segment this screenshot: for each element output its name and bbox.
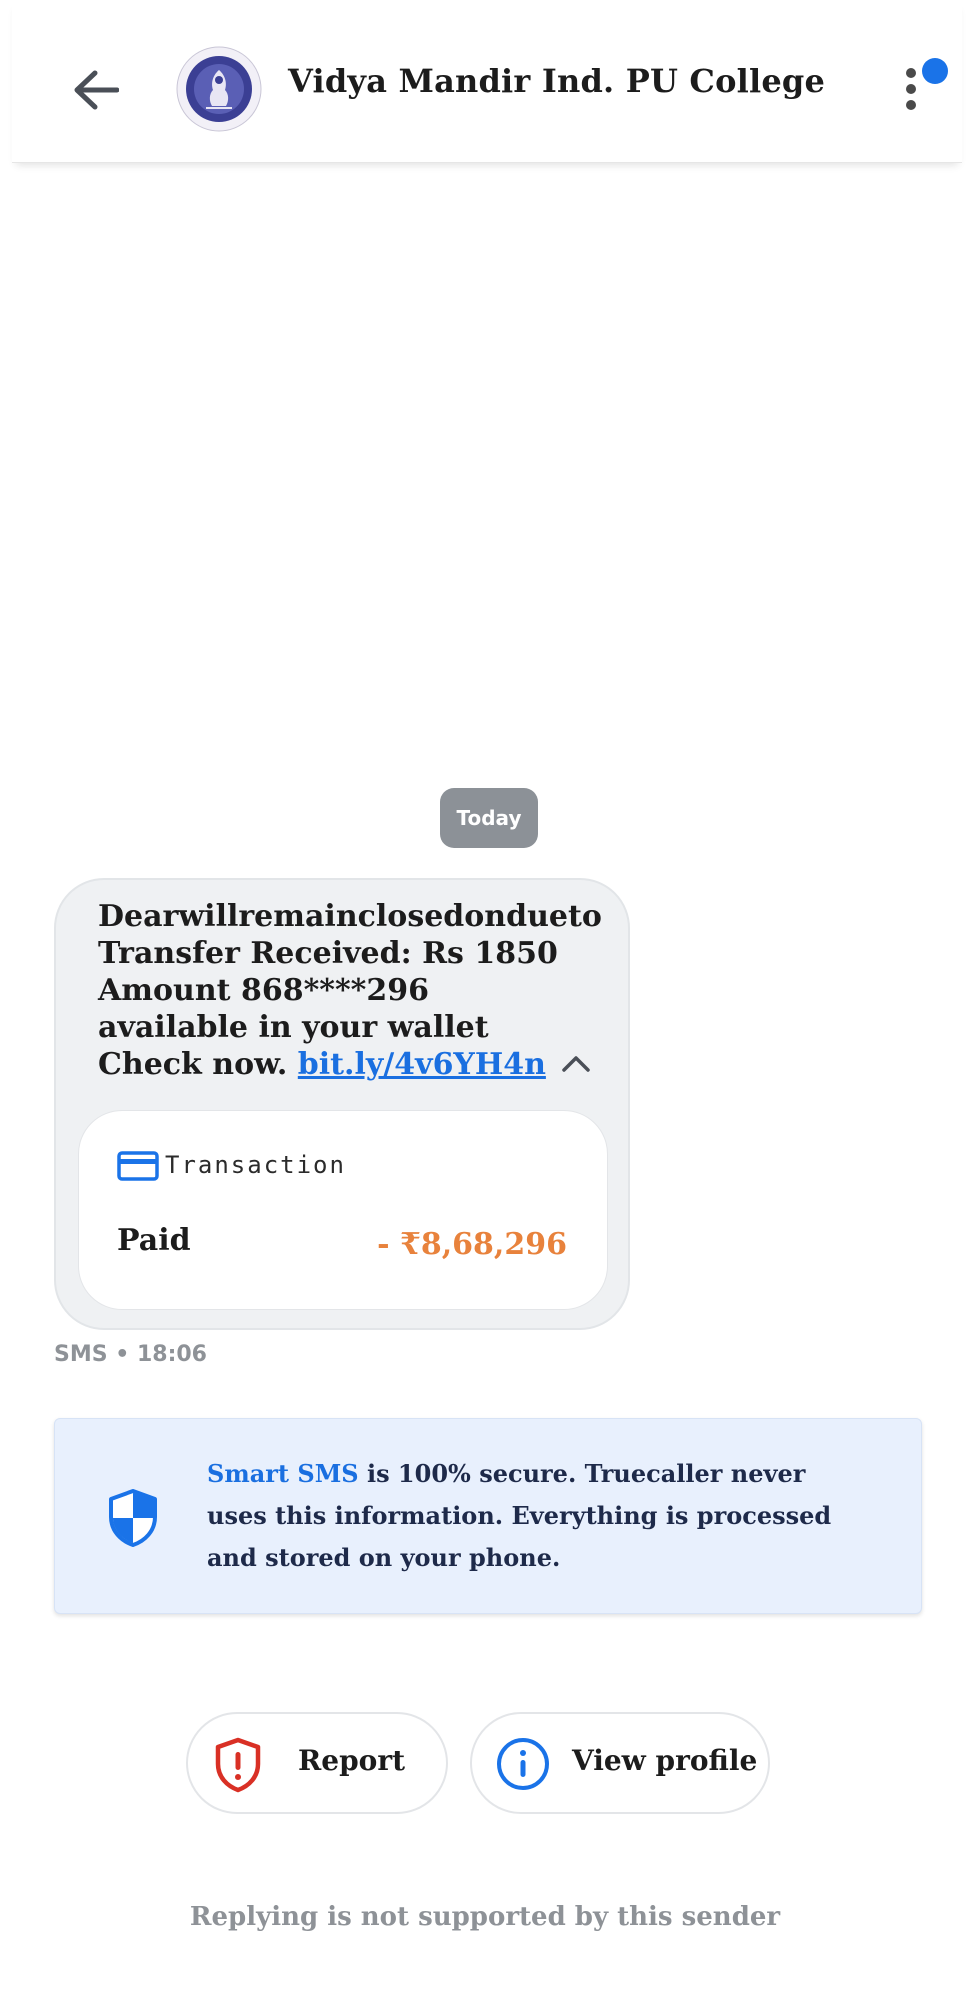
date-chip: Today: [440, 788, 538, 848]
menu-dot: [906, 100, 916, 110]
transaction-status: Paid: [117, 1223, 191, 1258]
message-meta: SMS • 18:06: [54, 1342, 207, 1367]
chevron-up-icon: [562, 1056, 590, 1072]
menu-dot: [906, 84, 916, 94]
smart-sms-text: Smart SMS is 100% secure. Truecaller nev…: [207, 1453, 867, 1579]
conversation-screen: Vidya Mandir Ind. PU College Today Dearw…: [0, 0, 970, 2005]
view-profile-button[interactable]: View profile: [470, 1712, 770, 1814]
shield-icon: [109, 1489, 157, 1547]
transaction-label: Transaction: [165, 1151, 346, 1179]
more-options-button[interactable]: [882, 54, 948, 124]
message-link[interactable]: bit.ly/4v6YH4n: [298, 1047, 546, 1082]
menu-dot: [906, 68, 916, 78]
sender-avatar[interactable]: [176, 46, 262, 132]
transaction-amount: - ₹8,68,296: [377, 1227, 567, 1262]
message-text: Dearwillremainclosedondueto Transfer Rec…: [98, 898, 602, 1083]
report-label: Report: [298, 1744, 406, 1777]
report-button[interactable]: Report: [186, 1712, 448, 1814]
view-profile-label: View profile: [572, 1744, 758, 1777]
app-header: Vidya Mandir Ind. PU College: [12, 0, 962, 163]
alert-shield-icon: [215, 1737, 261, 1793]
notification-dot: [922, 58, 948, 84]
reply-unsupported-note: Replying is not supported by this sender: [189, 1902, 781, 1932]
back-button[interactable]: [60, 54, 132, 126]
message-bubble[interactable]: Dearwillremainclosedondueto Transfer Rec…: [54, 878, 630, 1330]
arrow-left-icon: [74, 70, 119, 110]
collapse-button[interactable]: [556, 1048, 596, 1082]
college-logo-icon: [176, 46, 262, 132]
info-icon: [497, 1738, 549, 1790]
smart-sms-highlight: Smart SMS: [207, 1459, 359, 1488]
transaction-card[interactable]: Transaction Paid - ₹8,68,296: [78, 1110, 608, 1310]
credit-card-icon: [117, 1151, 159, 1181]
sender-name[interactable]: Vidya Mandir Ind. PU College: [288, 62, 825, 100]
smart-sms-banner: Smart SMS is 100% secure. Truecaller nev…: [54, 1418, 922, 1614]
